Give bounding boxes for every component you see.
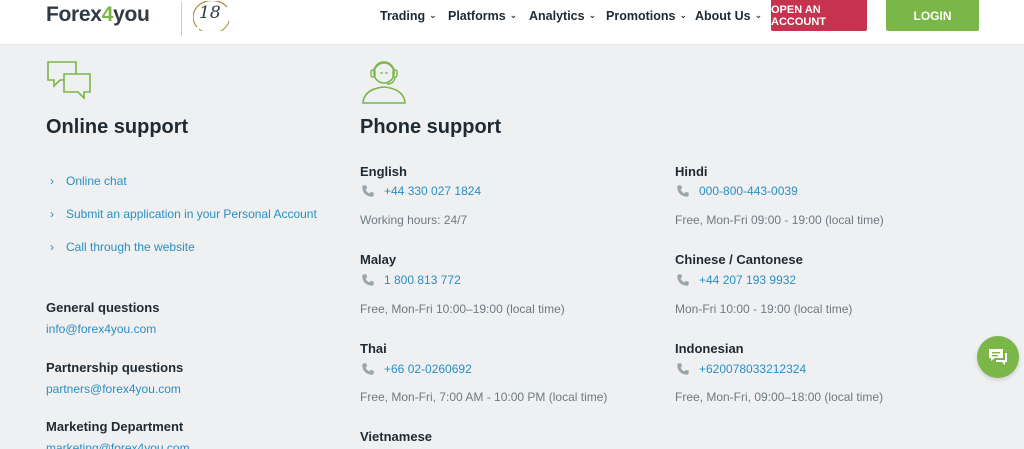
partnership-questions-email[interactable]: partners@forex4you.com (46, 382, 181, 396)
malay-hours: Free, Mon-Fri 10:00–19:00 (local time) (360, 302, 565, 316)
online-chat-link[interactable]: › Online chat (50, 174, 127, 188)
phone-icon (362, 274, 374, 286)
marketing-department-email[interactable]: marketing@forex4you.com (46, 441, 190, 449)
english-label: English (360, 164, 407, 179)
malay-phone[interactable]: 1 800 813 772 (361, 273, 461, 287)
general-questions-email[interactable]: info@forex4you.com (46, 322, 156, 336)
hindi-hours: Free, Mon-Fri 09:00 - 19:00 (local time) (675, 213, 884, 227)
phone-icon (677, 185, 689, 197)
chevron-down-icon: ⌄ (679, 9, 687, 20)
logo-divider (181, 2, 182, 36)
thai-phone[interactable]: +66 02-0260692 (361, 362, 472, 376)
chevron-down-icon: ⌄ (754, 9, 763, 20)
indonesian-hours: Free, Mon-Fri, 09:00–18:00 (local time) (675, 390, 884, 404)
thai-label: Thai (360, 341, 387, 356)
open-account-button[interactable]: OPEN AN ACCOUNT (771, 0, 867, 31)
phone-icon (362, 185, 374, 197)
chinese-phone[interactable]: +44 207 193 9932 (676, 273, 796, 287)
phone-icon (677, 274, 689, 286)
chevron-right-icon: › (50, 240, 54, 254)
chat-fab-icon (989, 349, 1007, 365)
nav-promotions[interactable]: Promotions ⌄ (606, 0, 687, 32)
chinese-label: Chinese / Cantonese (675, 252, 803, 267)
english-phone[interactable]: +44 330 027 1824 (361, 184, 481, 198)
chevron-down-icon: ⌄ (509, 9, 518, 20)
marketing-department-label: Marketing Department (46, 419, 184, 434)
chinese-hours: Mon-Fri 10:00 - 19:00 (local time) (675, 302, 853, 316)
logo[interactable]: Forex4you (46, 3, 150, 27)
login-button[interactable]: LOGIN (886, 0, 979, 31)
english-hours: Working hours: 24/7 (360, 213, 468, 227)
partnership-questions-label: Partnership questions (46, 360, 184, 375)
nav-about-us[interactable]: About Us ⌄ (695, 0, 762, 32)
nav-analytics[interactable]: Analytics ⌄ (529, 0, 596, 32)
phone-icon (362, 363, 374, 375)
chevron-down-icon: ⌄ (588, 9, 597, 20)
nav-platforms[interactable]: Platforms ⌄ (448, 0, 517, 32)
thai-hours: Free, Mon-Fri, 7:00 AM - 10:00 PM (local… (360, 390, 608, 404)
online-support-title: Online support (46, 116, 189, 138)
malay-label: Malay (360, 252, 397, 267)
indonesian-label: Indonesian (675, 341, 744, 356)
indonesian-phone[interactable]: +620078033212324 (676, 362, 806, 376)
submit-application-link[interactable]: › Submit an application in your Personal… (50, 207, 317, 221)
site-header: Forex4you 18 Trading ⌄ Platforms ⌄ Analyti… (0, 0, 1024, 45)
phone-support-title: Phone support (360, 116, 502, 138)
chat-fab-button[interactable] (977, 336, 1019, 378)
chat-bubbles-icon (46, 60, 92, 105)
chevron-right-icon: › (50, 207, 54, 221)
hindi-label: Hindi (675, 164, 708, 179)
headset-agent-icon (360, 57, 408, 110)
phone-icon (677, 363, 689, 375)
chevron-right-icon: › (50, 174, 54, 188)
hindi-phone[interactable]: 000-800-443-0039 (676, 184, 798, 198)
general-questions-label: General questions (46, 300, 160, 315)
years-badge: 18 (192, 0, 233, 34)
vietnamese-label: Vietnamese (360, 429, 433, 444)
nav-trading[interactable]: Trading ⌄ (380, 0, 437, 32)
chevron-down-icon: ⌄ (429, 9, 437, 20)
call-website-link[interactable]: › Call through the website (50, 240, 195, 254)
